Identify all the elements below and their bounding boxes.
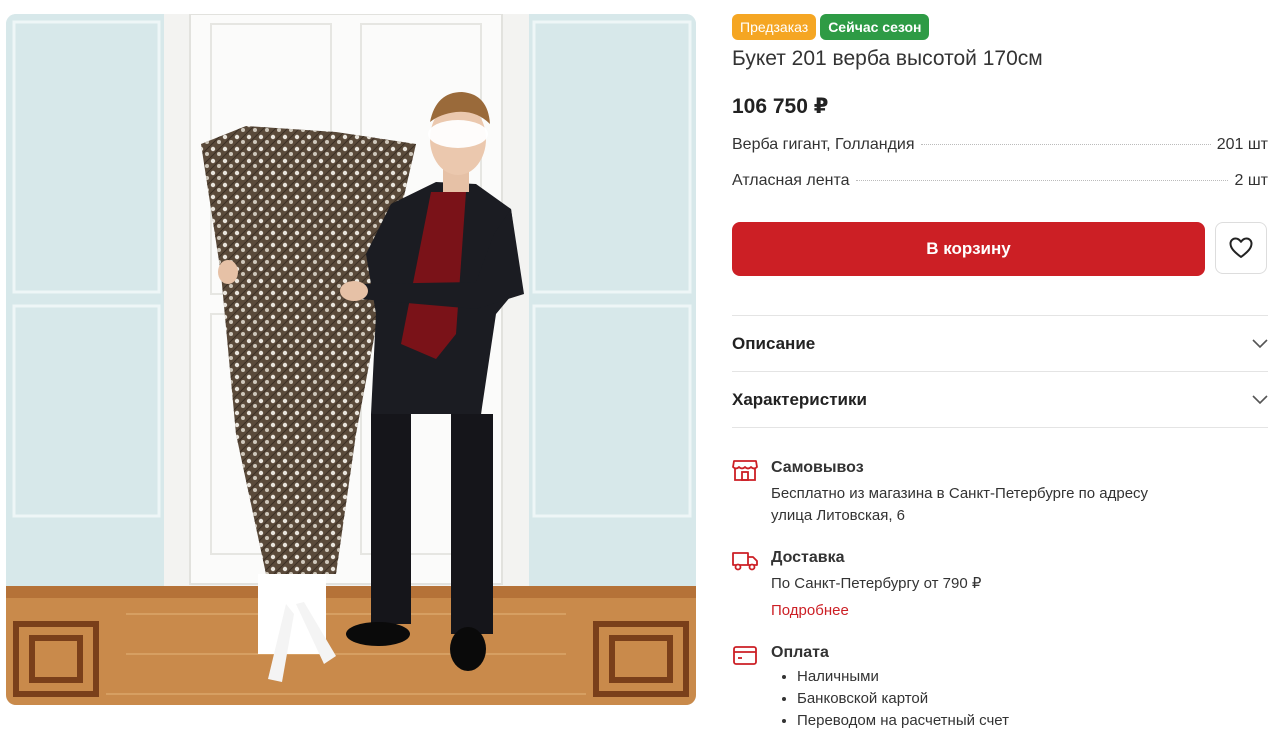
favorite-button[interactable] [1215,222,1267,274]
dotted-leader [855,180,1229,181]
wallet-icon [733,646,757,665]
pickup-line: Бесплатно из магазина в Санкт-Петербурге… [771,485,1149,502]
composition-row: Верба гигант, Голландия 201 шт [732,136,1268,154]
truck-icon [732,552,758,571]
delivery-text: По Санкт-Петербургу от 790 ₽ [771,575,982,592]
payment-title: Оплата [771,644,829,661]
accordion-label: Характеристики [732,389,867,409]
composition-item-qty: 2 шт [1234,172,1268,189]
specs-accordion[interactable]: Характеристики [732,371,1268,428]
payment-methods-list: Наличными Банковской картой Переводом на… [771,666,1009,732]
list-item: Банковской картой [797,688,1009,710]
chevron-down-icon [1252,338,1268,348]
composition-item-qty: 201 шт [1216,136,1268,153]
composition-item-name: Верба гигант, Голландия [732,136,915,153]
season-badge: Сейчас сезон [820,14,930,40]
accordion-label: Описание [732,333,816,353]
dotted-leader [920,144,1211,145]
pickup-address: улица Литовская, 6 [771,507,906,524]
product-photo-illustration [6,14,696,705]
pickup-title: Самовывоз [771,459,864,476]
list-item: Переводом на расчетный счет [797,710,1009,732]
add-to-cart-button[interactable]: В корзину [732,222,1205,276]
store-icon [732,460,758,481]
chevron-down-icon [1252,394,1268,404]
description-accordion[interactable]: Описание [732,315,1268,371]
composition-item-name: Атласная лента [732,172,850,189]
product-title: Букет 201 верба высотой 170см [732,47,1043,70]
product-photo[interactable] [6,14,696,705]
delivery-more-link[interactable]: Подробнее [771,600,981,622]
badge-list: Предзаказ Сейчас сезон [732,14,1268,40]
composition-row: Атласная лента 2 шт [732,172,1268,190]
product-price: 106 750 ₽ [732,95,829,118]
heart-icon [1229,237,1253,258]
product-info: Предзаказ Сейчас сезон Букет 201 верба в… [732,14,1268,729]
pickup-text: Бесплатно из магазина в Санкт-Петербурге… [771,483,1148,527]
list-item: Наличными [797,666,1009,688]
delivery-title: Доставка [771,549,845,566]
preorder-badge: Предзаказ [732,14,817,40]
